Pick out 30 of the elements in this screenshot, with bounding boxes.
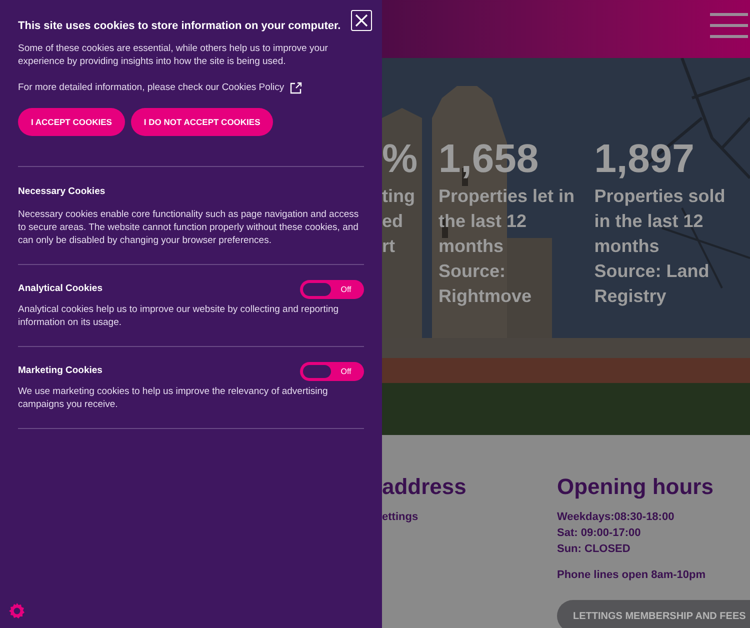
toggle-switch[interactable]: Off [300, 362, 364, 381]
stat-number: % [382, 136, 418, 183]
hours-text: Weekdays:08:30-18:00 Sat: 09:00-17:00 Sun: CLOSED [557, 510, 674, 557]
category-title: Analytical Cookies [18, 282, 102, 296]
phone-note: Phone lines open 8am-10pm [557, 568, 706, 583]
toggle-switch[interactable]: Off [300, 280, 364, 299]
stat-label: ting ed rt [382, 185, 415, 258]
external-link-icon[interactable] [290, 82, 302, 94]
section-heading: Opening hours [557, 473, 714, 501]
section-heading: address [382, 473, 468, 501]
fees-button[interactable]: LETTINGS MEMBERSHIP AND FEES [557, 600, 750, 628]
stat-number: 1,658 [438, 136, 540, 183]
cookie-settings-icon[interactable] [8, 602, 26, 620]
accept-button[interactable]: I ACCEPT COOKIES [18, 108, 125, 136]
panel-title: This site uses cookies to store information on your computer. [18, 19, 341, 33]
stat-label: Properties sold in the last 12 months Source: Land Registry [594, 185, 726, 308]
category-description: We use marketing cookies to help us improve the relevancy of advertising campaigns you receive. [18, 385, 329, 411]
category-title: Marketing Cookies [18, 364, 102, 378]
decline-button[interactable]: I DO NOT ACCEPT COOKIES [130, 108, 274, 136]
category-description: Necessary cookies enable core functionality such as page navigation and access to secure areas. The website cannot function properly without these cookies, and can only be disabled by changing your browser preferences. [18, 208, 360, 247]
stat-label: Properties let in the last 12 months Source: Rightmove [438, 185, 576, 308]
stat-number: 1,897 [594, 136, 696, 183]
category-title: Necessary Cookies [18, 184, 106, 199]
address-text: ettings [382, 510, 420, 525]
category-description: Analytical cookies help us to improve our website by collecting and reporting information on its usage. [18, 303, 340, 329]
close-button[interactable] [351, 10, 372, 31]
menu-icon[interactable] [710, 13, 748, 39]
policy-text[interactable]: For more detailed information, please check our Cookies Policy [18, 81, 284, 94]
close-icon [355, 14, 368, 27]
intro-text: Some of these cookies are essential, while others help us to improve your experience by providing insights into how the site is being used. [18, 42, 329, 68]
